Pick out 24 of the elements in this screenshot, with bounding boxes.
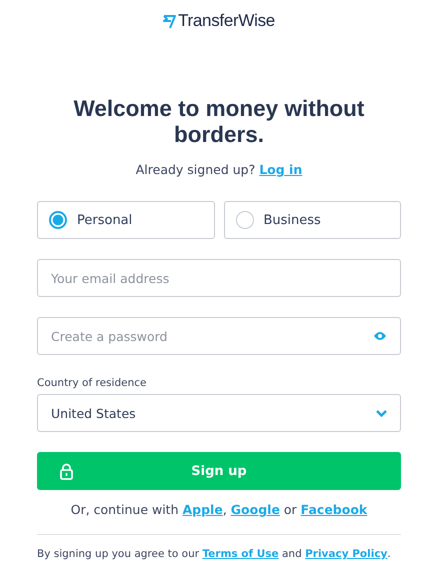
policy-link[interactable]: Privacy Policy <box>305 548 388 560</box>
brand-name: TransferWise <box>178 11 275 31</box>
account-type-option[interactable]: Business <box>224 201 401 239</box>
social-link[interactable]: Apple <box>182 502 223 517</box>
social-signin-text: Or, continue with Apple, Google or Facebook <box>70 502 368 517</box>
social-link[interactable]: Facebook <box>300 502 368 517</box>
eye-icon[interactable] <box>373 331 387 341</box>
login-link[interactable]: Log in <box>259 162 302 177</box>
lock-icon <box>60 462 73 480</box>
radio-button[interactable] <box>236 211 254 229</box>
country-label: Country of residence <box>37 377 148 389</box>
chevron-down-icon <box>376 410 387 416</box>
email-field[interactable]: Your email address <box>37 259 401 297</box>
signin-prompt: Already signed up? Log in <box>134 162 304 177</box>
sign-up-button[interactable]: Sign up <box>37 452 401 490</box>
radio-button[interactable] <box>49 211 67 229</box>
account-type-option[interactable]: Personal <box>37 201 214 239</box>
page-heading: Welcome to money without borders. <box>72 96 366 148</box>
social-link[interactable]: Google <box>230 502 280 517</box>
password-field[interactable]: Create a password <box>37 317 401 355</box>
terms-notice: By signing up you agree to our Terms of Use and Privacy Policy. <box>37 548 392 560</box>
flag-logo-icon <box>163 14 176 28</box>
country-select[interactable]: United States <box>37 394 401 432</box>
policy-link[interactable]: Terms of Use <box>202 548 279 560</box>
